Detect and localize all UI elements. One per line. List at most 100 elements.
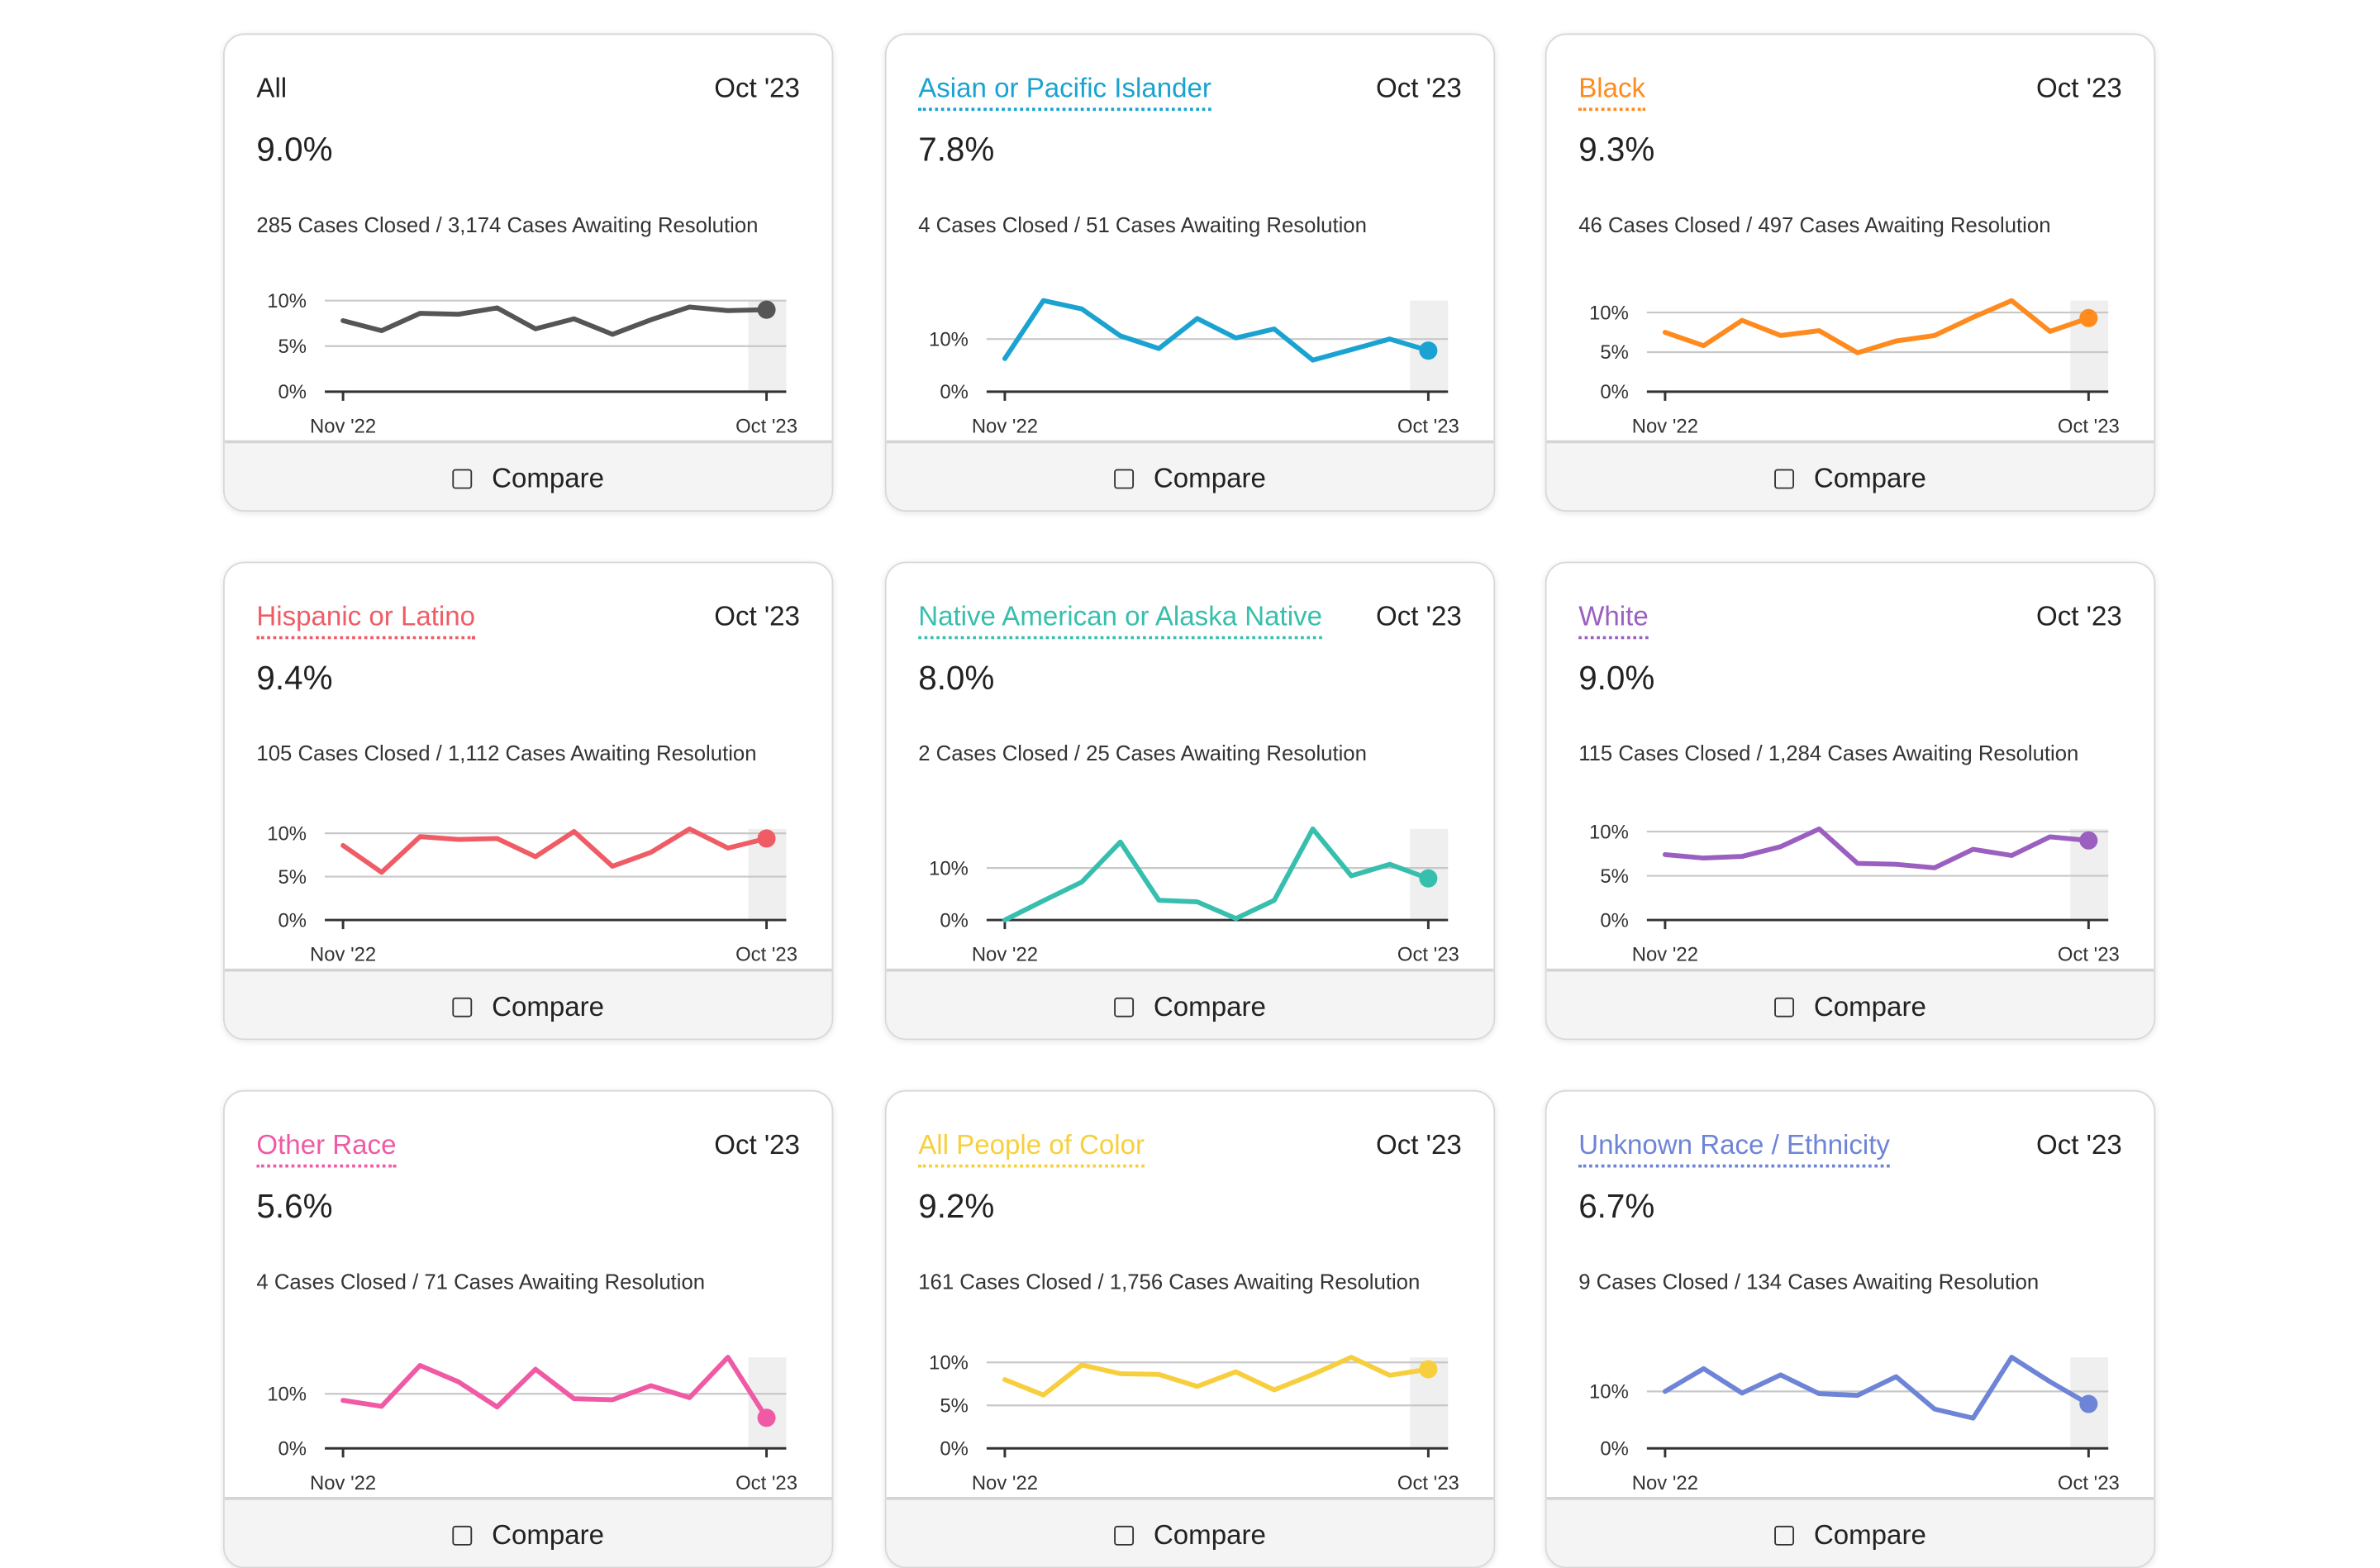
card-title[interactable]: Hispanic or Latino [256,600,476,640]
cases-detail: 105 Cases Closed / 1,112 Cases Awaiting … [256,741,757,765]
rate-value: 9.0% [1578,659,1655,698]
compare-toggle[interactable]: Compare [224,1497,832,1567]
x-tick-label-end: Oct '23 [735,1472,797,1494]
compare-toggle[interactable]: Compare [224,440,832,511]
compare-checkbox[interactable] [452,468,473,489]
compare-toggle[interactable]: Compare [886,1497,1494,1567]
compare-checkbox[interactable] [1114,996,1135,1017]
rate-value: 9.2% [918,1187,995,1226]
card-title[interactable]: Other Race [256,1128,397,1168]
card-date: Oct '23 [714,1129,800,1161]
y-tick-label: 10% [929,328,969,350]
rate-value: 9.4% [256,659,333,698]
card-title[interactable]: All People of Color [918,1128,1145,1168]
card-title[interactable]: Asian or Pacific Islander [918,71,1211,112]
y-tick-label: 5% [278,866,307,889]
y-tick-label: 10% [1589,1381,1629,1404]
y-tick-label: 5% [1600,341,1628,364]
current-period-highlight [748,1357,787,1449]
y-tick-label: 0% [1600,1438,1628,1461]
x-tick-label-end: Oct '23 [2058,944,2120,966]
y-tick-label: 0% [1600,381,1628,403]
rate-value: 9.3% [1578,130,1655,169]
y-tick-label: 10% [267,822,307,845]
y-tick-label: 10% [929,857,969,879]
compare-checkbox[interactable] [1774,996,1794,1017]
series-line [1002,298,1431,363]
compare-label: Compare [1813,990,1926,1022]
compare-toggle[interactable]: Compare [224,968,832,1039]
compare-toggle[interactable]: Compare [1546,440,2154,511]
cases-detail: 2 Cases Closed / 25 Cases Awaiting Resol… [918,741,1367,765]
compare-label: Compare [492,1518,605,1550]
compare-checkbox[interactable] [1774,1525,1794,1545]
y-tick-label: 0% [940,381,968,403]
series-line [340,304,769,337]
rate-value: 8.0% [918,659,995,698]
chart-card-other-race: Other Race Oct '23 5.6% 4 Cases Closed / 71… [223,1089,834,1568]
card-title[interactable]: Native American or Alaska Native [918,600,1323,640]
card-date: Oct '23 [1376,601,1462,632]
compare-toggle[interactable]: Compare [886,968,1494,1039]
compare-checkbox[interactable] [1114,468,1135,489]
series-line [1002,826,1431,923]
x-tick-label-start: Nov '22 [310,944,376,966]
series-line [1662,1355,2092,1421]
chart-card-hispanic-latino: Hispanic or Latino Oct '23 9.4% 105 Cases C… [223,561,834,1041]
sparkline-chart: 10% 5% 0%Nov '22 Oct '23 [1589,821,2120,966]
y-tick-label: 0% [278,1438,307,1461]
chart-card-black: Black Oct '23 9.3% 46 Cases Closed / 497 Ca… [1545,33,2156,512]
card-date: Oct '23 [714,73,800,103]
x-tick-label-end: Oct '23 [2058,415,2120,437]
card-title[interactable]: White [1578,600,1649,640]
sparkline-chart: 10% 5% 0%Nov '22 Oct '23 [267,290,797,438]
y-tick-label: 0% [278,381,307,403]
latest-point [2079,1394,2098,1413]
x-tick-label-end: Oct '23 [735,944,797,966]
compare-checkbox[interactable] [452,996,473,1017]
rate-value: 5.6% [256,1187,333,1226]
x-tick-label-end: Oct '23 [1397,944,1459,966]
compare-toggle[interactable]: Compare [1546,1497,2154,1567]
sparkline-chart: 10% 0%Nov '22 Oct '23 [929,826,1459,966]
cases-detail: 285 Cases Closed / 3,174 Cases Awaiting … [256,212,759,237]
y-tick-label: 10% [267,1384,307,1406]
card-date: Oct '23 [2036,1129,2122,1161]
y-tick-label: 10% [267,290,307,312]
chart-card-all: All Oct '23 9.0% 285 Cases Closed / 3,174 C… [223,33,834,512]
card-title[interactable]: Black [1578,71,1646,112]
series-line [340,1355,769,1421]
rate-value: 7.8% [918,130,995,169]
compare-label: Compare [1153,462,1266,493]
compare-checkbox[interactable] [1774,468,1794,489]
x-tick-label-end: Oct '23 [2058,1472,2120,1494]
compare-label: Compare [1813,462,1926,493]
card-date: Oct '23 [714,601,800,632]
chart-card-native-american: Native American or Alaska Native Oct '23 8… [884,561,1496,1041]
card-title[interactable]: Unknown Race / Ethnicity [1578,1128,1890,1168]
y-tick-label: 0% [940,1438,968,1461]
compare-checkbox[interactable] [1114,1525,1135,1545]
y-tick-label: 10% [1589,821,1629,843]
x-tick-label-start: Nov '22 [1632,944,1698,966]
x-tick-label-end: Oct '23 [1397,415,1459,437]
compare-toggle[interactable]: Compare [1546,968,2154,1039]
x-tick-label-end: Oct '23 [735,415,797,437]
latest-point [757,300,776,319]
card-date: Oct '23 [2036,601,2122,632]
compare-label: Compare [1153,1518,1266,1550]
sparkline-chart: 10% 5% 0%Nov '22 Oct '23 [929,1352,1459,1494]
y-tick-label: 0% [278,909,307,932]
compare-checkbox[interactable] [452,1525,473,1545]
sparkline-chart: 10% 5% 0%Nov '22 Oct '23 [267,822,797,966]
latest-point [1419,341,1438,360]
latest-point [2079,831,2098,850]
compare-label: Compare [492,990,605,1022]
x-tick-label-start: Nov '22 [1632,415,1698,437]
cases-detail: 46 Cases Closed / 497 Cases Awaiting Res… [1578,212,2051,237]
cases-detail: 161 Cases Closed / 1,756 Cases Awaiting … [918,1269,1421,1294]
compare-toggle[interactable]: Compare [886,440,1494,511]
latest-point [757,1408,776,1427]
series-line [340,826,769,875]
series-line [1662,298,2092,355]
